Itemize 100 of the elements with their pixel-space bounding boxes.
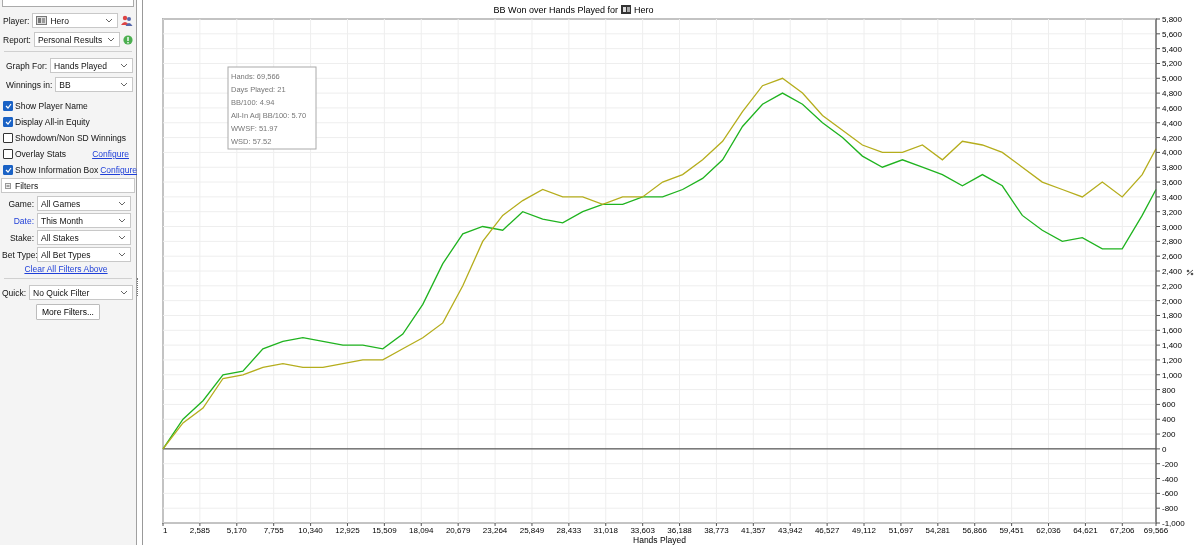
clear-filters-link[interactable]: Clear All Filters Above: [24, 264, 112, 274]
y-tick-label: 5,600: [1162, 29, 1183, 39]
y-tick-label: 2,400: [1162, 267, 1183, 276]
dropdown[interactable]: Personal Results: [33, 32, 120, 47]
checkbox[interactable]: [3, 165, 13, 175]
x-tick-label: 64,621: [1073, 526, 1098, 535]
dropdown[interactable]: All Bet Types: [37, 247, 131, 262]
dropdown[interactable]: All Stakes: [37, 230, 131, 245]
caret-icon: [107, 37, 115, 42]
x-tick-label: 2,585: [189, 526, 210, 535]
percent-icon[interactable]: [1186, 269, 1194, 276]
y-tick-label: 5,000: [1162, 74, 1183, 84]
dropdown[interactable]: All Games: [37, 196, 131, 211]
x-tick-label: 25,849: [519, 526, 545, 535]
filter-label: Game:: [7, 198, 34, 209]
card-icon: [621, 5, 631, 14]
caret-icon: [120, 290, 128, 295]
y-tick-label: 4,400: [1162, 118, 1183, 128]
y-tick-label: -200: [1162, 459, 1178, 469]
x-tick-label: 28,433: [556, 526, 582, 535]
y-tick-label: 3,400: [1162, 192, 1183, 202]
info-icon[interactable]: [123, 34, 133, 45]
filters-header[interactable]: Filters: [1, 178, 135, 193]
checkbox[interactable]: [3, 117, 13, 127]
y-tick-label: 0: [1162, 444, 1167, 454]
x-tick-label: 5,170: [226, 526, 247, 535]
x-tick-label: 15,509: [372, 526, 397, 535]
x-tick-label: 54,281: [925, 526, 951, 535]
checkbox-label: Overlay Stats: [15, 149, 67, 159]
y-tick-label: 4,600: [1162, 103, 1183, 113]
x-tick-label: 69,566: [1143, 526, 1169, 535]
caret-icon: [118, 235, 126, 240]
field-label: Player:: [3, 15, 30, 26]
x-tick-label: 12,925: [335, 526, 360, 535]
x-tick-label: 20,679: [445, 526, 471, 535]
configure-link[interactable]: Configure: [92, 149, 133, 159]
dropdown[interactable]: Hero: [32, 13, 118, 28]
x-tick-label: 46,527: [814, 526, 840, 535]
y-tick-label: 3,000: [1162, 222, 1183, 232]
y-tick-label: 1,400: [1162, 341, 1183, 351]
y-tick-label: 4,800: [1162, 89, 1183, 99]
resize-handle[interactable]: [137, 278, 140, 296]
y-tick-label: 2,800: [1162, 237, 1183, 247]
y-tick-label: 2,000: [1162, 296, 1183, 306]
x-tick-label: 51,697: [888, 526, 914, 535]
caret-icon: [120, 82, 128, 87]
checkbox-label: Display All-in Equity: [15, 117, 90, 127]
caret-icon: [118, 218, 126, 223]
text-field[interactable]: [2, 0, 134, 7]
filter-label: Date:: [12, 215, 34, 226]
x-tick-label: 67,206: [1110, 526, 1135, 535]
y-tick-label: -800: [1162, 504, 1178, 514]
y-tick-label: 800: [1162, 385, 1176, 395]
checkbox-label: Showdown/Non SD Winnings: [15, 133, 127, 143]
users-icon[interactable]: [121, 15, 133, 26]
y-tick-label: 1,200: [1162, 355, 1183, 365]
x-tick-label: 7,755: [263, 526, 284, 535]
configure-link[interactable]: Configure: [100, 165, 141, 175]
section-title: Filters: [15, 180, 39, 191]
y-tick-label: 3,800: [1162, 163, 1183, 173]
card-icon: [36, 16, 48, 25]
checkbox[interactable]: [3, 101, 13, 111]
dropdown[interactable]: Hands Played: [50, 58, 133, 73]
y-tick-label: 5,200: [1162, 59, 1183, 69]
collapse-icon[interactable]: [5, 182, 11, 189]
checkbox[interactable]: [3, 149, 13, 159]
x-tick-label: 18,094: [409, 526, 434, 535]
player-name: Hero: [634, 5, 654, 15]
y-tick-label: 4,000: [1162, 148, 1183, 158]
y-tick-label: 1,600: [1162, 326, 1183, 336]
checkbox-label: Show Player Name: [15, 101, 88, 111]
x-tick-label: 41,357: [741, 526, 766, 535]
y-tick-label: 2,200: [1162, 281, 1183, 291]
y-tick-label: 200: [1162, 430, 1176, 440]
y-tick-label: 3,600: [1162, 178, 1183, 188]
checkbox-label: Show Information Box: [15, 165, 99, 175]
caret-icon: [120, 63, 128, 68]
x-tick-label: 56,866: [962, 526, 987, 535]
x-tick-label: 43,942: [778, 526, 803, 535]
y-tick-label: 3,200: [1162, 207, 1183, 217]
caret-icon: [118, 252, 126, 257]
x-tick-label: 38,773: [704, 526, 729, 535]
field-label: Quick:: [2, 287, 27, 298]
caret-icon: [105, 18, 113, 23]
dropdown[interactable]: No Quick Filter: [29, 285, 133, 300]
dropdown[interactable]: BB: [55, 77, 133, 92]
checkbox[interactable]: [3, 133, 13, 143]
y-tick-label: 5,800: [1162, 15, 1183, 24]
x-tick-label: 59,451: [999, 526, 1024, 535]
y-tick-label: 600: [1162, 400, 1176, 410]
x-tick-label: 49,112: [852, 526, 876, 535]
y-tick-label: 4,200: [1162, 133, 1183, 143]
field-label: Graph For:: [6, 60, 48, 71]
dropdown[interactable]: This Month: [37, 213, 131, 228]
y-tick-label: 2,600: [1162, 252, 1183, 262]
x-tick-label: 31,018: [593, 526, 618, 535]
y-tick-label: -400: [1162, 474, 1178, 484]
y-tick-label: 400: [1162, 415, 1176, 425]
y-tick-label: -1,000: [1162, 519, 1185, 528]
more-filters-button[interactable]: More Filters...: [36, 304, 100, 320]
